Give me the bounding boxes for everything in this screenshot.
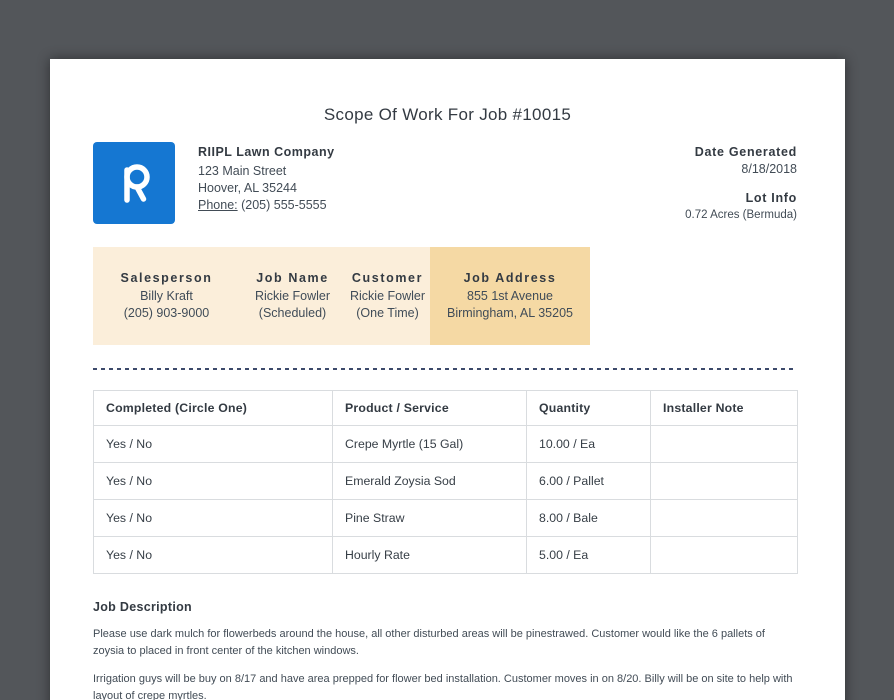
company-address-line1: 123 Main Street [198,164,287,178]
salesperson-label: Salesperson [120,271,213,285]
job-name-value: Rickie Fowler [254,289,330,303]
band-cell-customer: Customer Rickie Fowler (One Time) [345,247,430,345]
job-name-label: Job Name [256,271,329,285]
page-title: Scope Of Work For Job #10015 [323,105,572,124]
document-meta: Date Generated 8/18/2018 Lot Info 0.72 A… [685,142,797,224]
band-cell-salesperson: Salesperson Billy Kraft (205) 903-9000 [93,247,240,345]
document-header: RIIPL Lawn Company 123 Main Street Hoove… [93,142,797,224]
cell-installer-note [650,499,798,537]
job-description-heading: Job Description [93,600,192,614]
band-cell-job-name: Job Name Rickie Fowler (Scheduled) [240,247,345,345]
job-description-paragraph-1: Please use dark mulch for flowerbeds aro… [93,628,765,657]
r-mark-icon [112,159,156,207]
meta-spacer [685,178,797,190]
cell-quantity: 5.00 / Ea [526,536,651,574]
column-header-completed: Completed (Circle One) [93,390,333,426]
job-description-paragraph-2: Irrigation guys will be buy on 8/17 and … [93,673,793,700]
company-name: RIIPL Lawn Company [198,145,335,159]
job-address-label: Job Address [463,271,557,285]
cell-completed: Yes / No [93,536,333,574]
job-info-band: Salesperson Billy Kraft (205) 903-9000 J… [93,247,590,345]
table-row: Yes / No Crepe Myrtle (15 Gal) 10.00 / E… [93,425,798,463]
cell-product: Hourly Rate [332,536,527,574]
cell-quantity: 6.00 / Pallet [526,462,651,500]
customer-type: (One Time) [356,306,419,320]
date-generated-label: Date Generated [694,145,797,159]
customer-label: Customer [351,271,424,285]
phone-number: (205) 555-5555 [241,198,327,212]
cell-completed: Yes / No [93,499,333,537]
cell-completed: Yes / No [93,425,333,463]
company-address-line2: Hoover, AL 35244 [198,181,297,195]
cell-product: Crepe Myrtle (15 Gal) [332,425,527,463]
table-row: Yes / No Hourly Rate 5.00 / Ea [93,536,798,574]
lot-info-value: 0.72 Acres (Bermuda) [685,209,797,221]
cell-quantity: 8.00 / Bale [526,499,651,537]
table-row: Yes / No Emerald Zoysia Sod 6.00 / Palle… [93,462,798,500]
dashed-divider [93,368,797,370]
band-cell-job-address: Job Address 855 1st Avenue Birmingham, A… [430,247,590,345]
table-row: Yes / No Pine Straw 8.00 / Bale [93,499,798,537]
column-header-quantity: Quantity [526,390,651,426]
cell-installer-note [650,536,798,574]
date-generated-value: 8/18/2018 [741,162,797,176]
cell-installer-note [650,462,798,500]
cell-completed: Yes / No [93,462,333,500]
job-address-line2: Birmingham, AL 35205 [446,306,573,320]
salesperson-phone: (205) 903-9000 [123,306,210,320]
work-items-table: Completed (Circle One) Product / Service… [93,390,798,574]
cell-product: Pine Straw [332,499,527,537]
company-logo [93,142,175,224]
company-info: RIIPL Lawn Company 123 Main Street Hoove… [198,142,335,214]
job-address-line1: 855 1st Avenue [467,289,553,303]
column-header-product: Product / Service [332,390,527,426]
company-phone: Phone: (205) 555-5555 [198,197,335,214]
salesperson-name: Billy Kraft [140,289,193,303]
cell-product: Emerald Zoysia Sod [332,462,527,500]
phone-label: Phone: [198,198,238,212]
cell-installer-note [650,425,798,463]
customer-name: Rickie Fowler [349,289,425,303]
job-name-status: (Scheduled) [258,306,327,320]
document-page: Scope Of Work For Job #10015 RIIPL Lawn … [50,59,845,700]
table-header-row: Completed (Circle One) Product / Service… [93,390,798,426]
lot-info-label: Lot Info [745,191,797,205]
cell-quantity: 10.00 / Ea [526,425,651,463]
column-header-installer-note: Installer Note [650,390,798,426]
